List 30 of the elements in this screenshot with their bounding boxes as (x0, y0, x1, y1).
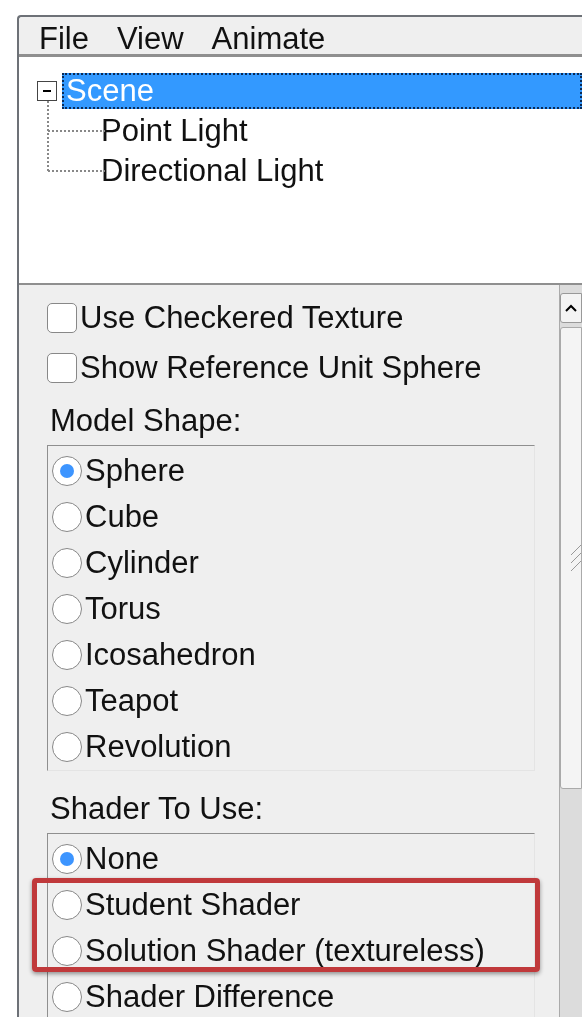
collapse-icon[interactable] (37, 81, 57, 101)
radio-option[interactable]: Sphere (52, 448, 534, 494)
radio-button[interactable] (52, 890, 82, 920)
radio-button[interactable] (52, 502, 82, 532)
radio-option[interactable]: Student Shader (52, 882, 534, 928)
radio-button[interactable] (52, 844, 82, 874)
scroll-up-icon[interactable] (560, 293, 582, 323)
radio-option[interactable]: Shader Difference (52, 974, 534, 1017)
radio-button[interactable] (52, 982, 82, 1012)
radio-option[interactable]: Cylinder (52, 540, 534, 586)
radio-option[interactable]: Icosahedron (52, 632, 534, 678)
radio-button[interactable] (52, 732, 82, 762)
radio-button[interactable] (52, 548, 82, 578)
radio-button[interactable] (52, 686, 82, 716)
radio-button[interactable] (52, 640, 82, 670)
checkbox-option[interactable]: Show Reference Unit Sphere (47, 343, 559, 393)
radio-button[interactable] (52, 936, 82, 966)
radio-option[interactable]: Teapot (52, 678, 534, 724)
radio-option[interactable]: Cube (52, 494, 534, 540)
tree-item[interactable]: Point Light (97, 113, 252, 149)
radio-button[interactable] (52, 594, 82, 624)
radio-option[interactable]: Solution Shader (textureless) (52, 928, 534, 974)
radio-option[interactable]: Torus (52, 586, 534, 632)
radio-option[interactable]: None (52, 836, 534, 882)
radio-button[interactable] (52, 456, 82, 486)
radio-option[interactable]: Revolution (52, 724, 534, 770)
tree-item[interactable]: Directional Light (97, 153, 328, 189)
checkbox-option[interactable]: Use Checkered Texture (47, 293, 559, 343)
group-heading: Model Shape: (49, 402, 243, 440)
group-heading: Shader To Use: (49, 790, 265, 828)
